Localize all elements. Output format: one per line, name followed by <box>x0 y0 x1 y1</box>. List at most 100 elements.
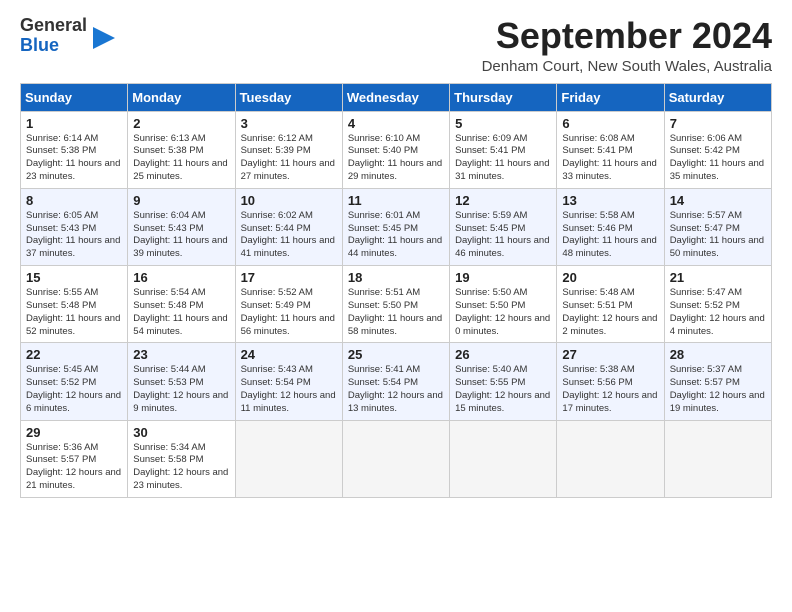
calendar-cell: 24 Sunrise: 5:43 AMSunset: 5:54 PMDayligh… <box>235 343 342 420</box>
location-subtitle: Denham Court, New South Wales, Australia <box>482 58 772 75</box>
header: General Blue September 2024 Denham Court… <box>20 16 772 75</box>
calendar-cell: 26 Sunrise: 5:40 AMSunset: 5:55 PMDayligh… <box>450 343 557 420</box>
day-info: Sunrise: 5:37 AMSunset: 5:57 PMDaylight:… <box>670 364 766 415</box>
calendar-cell: 19 Sunrise: 5:50 AMSunset: 5:50 PMDayligh… <box>450 266 557 343</box>
day-number: 26 <box>455 347 551 362</box>
calendar-week-5: 29Sunrise: 5:36 AMSunset: 5:57 PMDayligh… <box>21 420 772 497</box>
day-number: 16 <box>133 270 229 285</box>
day-info: Sunrise: 6:08 AMSunset: 5:41 PMDaylight:… <box>562 133 658 184</box>
calendar-cell: 23 Sunrise: 5:44 AMSunset: 5:53 PMDayligh… <box>128 343 235 420</box>
weekday-header-thursday: Thursday <box>450 83 557 111</box>
calendar-cell: 8Sunrise: 6:05 AMSunset: 5:43 PMDaylight… <box>21 188 128 265</box>
calendar-cell: 7 Sunrise: 6:06 AMSunset: 5:42 PMDaylight… <box>664 111 771 188</box>
day-number: 11 <box>348 193 444 208</box>
logo-general: General <box>20 15 87 35</box>
calendar-cell: 18 Sunrise: 5:51 AMSunset: 5:50 PMDayligh… <box>342 266 449 343</box>
calendar-cell: 25 Sunrise: 5:41 AMSunset: 5:54 PMDayligh… <box>342 343 449 420</box>
day-info: Sunrise: 5:40 AMSunset: 5:55 PMDaylight:… <box>455 364 551 415</box>
calendar-cell: 1 Sunrise: 6:14 AMSunset: 5:38 PMDaylight… <box>21 111 128 188</box>
day-info: Sunrise: 5:44 AMSunset: 5:53 PMDaylight:… <box>133 364 229 415</box>
day-info: Sunrise: 6:10 AMSunset: 5:40 PMDaylight:… <box>348 133 444 184</box>
calendar-cell: 22Sunrise: 5:45 AMSunset: 5:52 PMDayligh… <box>21 343 128 420</box>
day-number: 27 <box>562 347 658 362</box>
day-number: 3 <box>241 116 337 131</box>
calendar-cell: 11 Sunrise: 6:01 AMSunset: 5:45 PMDayligh… <box>342 188 449 265</box>
calendar-cell: 28 Sunrise: 5:37 AMSunset: 5:57 PMDayligh… <box>664 343 771 420</box>
day-number: 19 <box>455 270 551 285</box>
day-info: Sunrise: 5:59 AMSunset: 5:45 PMDaylight:… <box>455 210 551 261</box>
calendar-cell: 21 Sunrise: 5:47 AMSunset: 5:52 PMDayligh… <box>664 266 771 343</box>
day-info: Sunrise: 6:05 AMSunset: 5:43 PMDaylight:… <box>26 210 122 261</box>
day-info: Sunrise: 6:14 AMSunset: 5:38 PMDaylight:… <box>26 133 122 184</box>
day-info: Sunrise: 6:13 AMSunset: 5:38 PMDaylight:… <box>133 133 229 184</box>
calendar-cell <box>342 420 449 497</box>
day-number: 28 <box>670 347 766 362</box>
day-number: 18 <box>348 270 444 285</box>
calendar-cell: 17 Sunrise: 5:52 AMSunset: 5:49 PMDayligh… <box>235 266 342 343</box>
day-number: 12 <box>455 193 551 208</box>
calendar-cell: 29Sunrise: 5:36 AMSunset: 5:57 PMDayligh… <box>21 420 128 497</box>
weekday-header-sunday: Sunday <box>21 83 128 111</box>
weekday-header-row: SundayMondayTuesdayWednesdayThursdayFrid… <box>21 83 772 111</box>
day-number: 7 <box>670 116 766 131</box>
day-info: Sunrise: 6:02 AMSunset: 5:44 PMDaylight:… <box>241 210 337 261</box>
day-number: 22 <box>26 347 122 362</box>
calendar-cell <box>664 420 771 497</box>
weekday-header-tuesday: Tuesday <box>235 83 342 111</box>
calendar-cell: 30 Sunrise: 5:34 AMSunset: 5:58 PMDayligh… <box>128 420 235 497</box>
calendar-cell: 14Sunrise: 5:57 AMSunset: 5:47 PMDayligh… <box>664 188 771 265</box>
calendar-cell: 15 Sunrise: 5:55 AMSunset: 5:48 PMDayligh… <box>21 266 128 343</box>
calendar-cell: 2 Sunrise: 6:13 AMSunset: 5:38 PMDaylight… <box>128 111 235 188</box>
day-number: 2 <box>133 116 229 131</box>
day-info: Sunrise: 5:43 AMSunset: 5:54 PMDaylight:… <box>241 364 337 415</box>
day-number: 9 <box>133 193 229 208</box>
calendar-cell: 27Sunrise: 5:38 AMSunset: 5:56 PMDayligh… <box>557 343 664 420</box>
day-info: Sunrise: 5:58 AMSunset: 5:46 PMDaylight:… <box>562 210 658 261</box>
day-number: 4 <box>348 116 444 131</box>
calendar-week-1: 1 Sunrise: 6:14 AMSunset: 5:38 PMDaylight… <box>21 111 772 188</box>
day-number: 5 <box>455 116 551 131</box>
day-number: 30 <box>133 425 229 440</box>
calendar-cell <box>450 420 557 497</box>
calendar-cell: 6 Sunrise: 6:08 AMSunset: 5:41 PMDaylight… <box>557 111 664 188</box>
day-info: Sunrise: 5:47 AMSunset: 5:52 PMDaylight:… <box>670 287 766 338</box>
day-info: Sunrise: 5:50 AMSunset: 5:50 PMDaylight:… <box>455 287 551 338</box>
month-title: September 2024 <box>482 16 772 56</box>
day-number: 13 <box>562 193 658 208</box>
calendar-cell: 12 Sunrise: 5:59 AMSunset: 5:45 PMDayligh… <box>450 188 557 265</box>
day-info: Sunrise: 5:34 AMSunset: 5:58 PMDaylight:… <box>133 442 229 493</box>
day-info: Sunrise: 6:06 AMSunset: 5:42 PMDaylight:… <box>670 133 766 184</box>
weekday-header-wednesday: Wednesday <box>342 83 449 111</box>
day-number: 21 <box>670 270 766 285</box>
day-number: 15 <box>26 270 122 285</box>
day-info: Sunrise: 5:41 AMSunset: 5:54 PMDaylight:… <box>348 364 444 415</box>
calendar-table: SundayMondayTuesdayWednesdayThursdayFrid… <box>20 83 772 498</box>
calendar-cell: 9Sunrise: 6:04 AMSunset: 5:43 PMDaylight… <box>128 188 235 265</box>
weekday-header-friday: Friday <box>557 83 664 111</box>
day-number: 10 <box>241 193 337 208</box>
day-number: 17 <box>241 270 337 285</box>
calendar-cell: 20Sunrise: 5:48 AMSunset: 5:51 PMDayligh… <box>557 266 664 343</box>
day-info: Sunrise: 6:01 AMSunset: 5:45 PMDaylight:… <box>348 210 444 261</box>
day-number: 24 <box>241 347 337 362</box>
weekday-header-monday: Monday <box>128 83 235 111</box>
day-info: Sunrise: 5:55 AMSunset: 5:48 PMDaylight:… <box>26 287 122 338</box>
logo: General Blue <box>20 16 115 56</box>
calendar-body: 1 Sunrise: 6:14 AMSunset: 5:38 PMDaylight… <box>21 111 772 497</box>
day-number: 25 <box>348 347 444 362</box>
day-number: 23 <box>133 347 229 362</box>
day-number: 1 <box>26 116 122 131</box>
day-number: 6 <box>562 116 658 131</box>
day-info: Sunrise: 5:52 AMSunset: 5:49 PMDaylight:… <box>241 287 337 338</box>
calendar-cell <box>235 420 342 497</box>
day-info: Sunrise: 5:51 AMSunset: 5:50 PMDaylight:… <box>348 287 444 338</box>
day-info: Sunrise: 5:54 AMSunset: 5:48 PMDaylight:… <box>133 287 229 338</box>
logo-blue: Blue <box>20 35 59 55</box>
day-info: Sunrise: 5:48 AMSunset: 5:51 PMDaylight:… <box>562 287 658 338</box>
day-info: Sunrise: 6:09 AMSunset: 5:41 PMDaylight:… <box>455 133 551 184</box>
calendar-cell: 16 Sunrise: 5:54 AMSunset: 5:48 PMDayligh… <box>128 266 235 343</box>
calendar-cell <box>557 420 664 497</box>
weekday-header-saturday: Saturday <box>664 83 771 111</box>
calendar-cell: 10 Sunrise: 6:02 AMSunset: 5:44 PMDayligh… <box>235 188 342 265</box>
day-number: 14 <box>670 193 766 208</box>
